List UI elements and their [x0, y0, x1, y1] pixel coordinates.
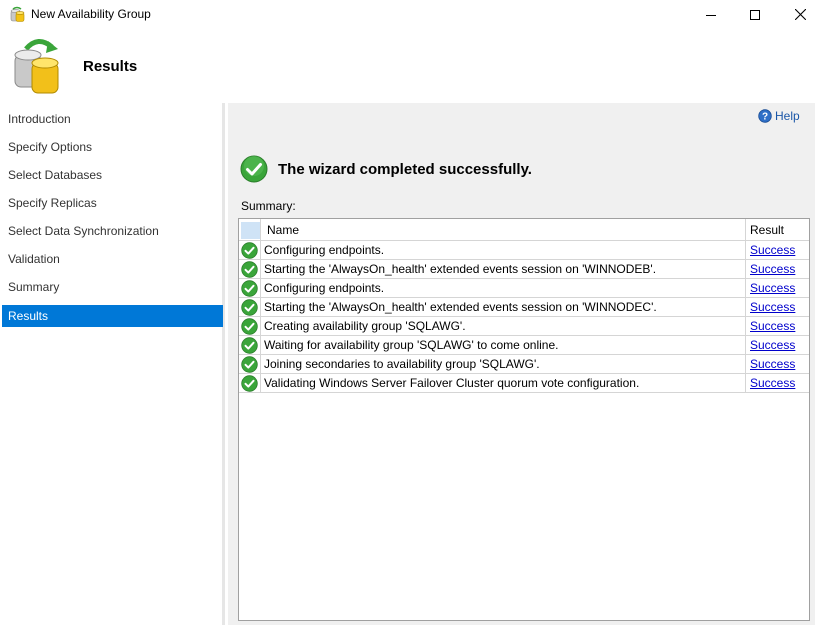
table-row: Configuring endpoints. Success: [239, 279, 809, 298]
check-circle-icon: [241, 337, 258, 354]
wizard-steps-nav: Introduction Specify Options Select Data…: [0, 103, 225, 625]
table-row: Waiting for availability group 'SQLAWG' …: [239, 336, 809, 355]
wizard-header: Results: [0, 29, 815, 103]
row-name: Starting the 'AlwaysOn_health' extended …: [260, 298, 745, 316]
check-circle-icon: [241, 375, 258, 392]
nav-item-select-data-synchronization[interactable]: Select Data Synchronization: [2, 220, 223, 242]
row-name: Configuring endpoints.: [260, 279, 745, 297]
minimize-icon: [706, 14, 716, 16]
status-banner: The wizard completed successfully.: [240, 155, 532, 183]
nav-item-specify-options[interactable]: Specify Options: [2, 136, 223, 158]
check-circle-icon: [240, 155, 268, 183]
maximize-button[interactable]: [732, 0, 778, 29]
maximize-icon: [750, 9, 760, 20]
row-result-link[interactable]: Success: [745, 279, 809, 297]
row-name: Creating availability group 'SQLAWG'.: [260, 317, 745, 335]
nav-item-validation[interactable]: Validation: [2, 248, 223, 270]
status-message: The wizard completed successfully.: [278, 160, 532, 178]
row-name: Configuring endpoints.: [260, 241, 745, 259]
title-bar: New Availability Group: [0, 0, 815, 29]
help-label: Help: [775, 109, 800, 123]
row-result-link[interactable]: Success: [745, 298, 809, 316]
table-row: Joining secondaries to availability grou…: [239, 355, 809, 374]
database-sync-icon: [12, 37, 64, 95]
row-name: Validating Windows Server Failover Clust…: [260, 374, 745, 392]
svg-text:?: ?: [762, 112, 768, 123]
check-circle-icon: [241, 242, 258, 259]
row-name: Waiting for availability group 'SQLAWG' …: [260, 336, 745, 354]
table-row: Validating Windows Server Failover Clust…: [239, 374, 809, 393]
result-column-header[interactable]: Result: [745, 219, 809, 241]
table-row: Starting the 'AlwaysOn_health' extended …: [239, 260, 809, 279]
name-column-header[interactable]: Name: [260, 219, 745, 241]
nav-item-select-databases[interactable]: Select Databases: [2, 164, 223, 186]
row-result-link[interactable]: Success: [745, 355, 809, 373]
help-icon: ?: [758, 109, 772, 123]
close-button[interactable]: [777, 0, 815, 29]
close-icon: [794, 9, 806, 20]
help-link[interactable]: ? Help: [758, 109, 800, 123]
row-name: Joining secondaries to availability grou…: [260, 355, 745, 373]
results-panel: ? Help The wizard completed successfully…: [228, 103, 815, 625]
row-result-link[interactable]: Success: [745, 374, 809, 392]
table-row: Configuring endpoints. Success: [239, 241, 809, 260]
minimize-button[interactable]: [688, 0, 734, 29]
check-circle-icon: [241, 318, 258, 335]
table-row: Creating availability group 'SQLAWG'. Su…: [239, 317, 809, 336]
results-table: Name Result Configuring endpoints. Succe…: [238, 218, 810, 621]
check-circle-icon: [241, 299, 258, 316]
table-header: Name Result: [239, 219, 809, 241]
row-result-link[interactable]: Success: [745, 317, 809, 335]
row-result-link[interactable]: Success: [745, 336, 809, 354]
row-name: Starting the 'AlwaysOn_health' extended …: [260, 260, 745, 278]
table-row: Starting the 'AlwaysOn_health' extended …: [239, 298, 809, 317]
database-sync-icon: [9, 6, 25, 22]
window-title: New Availability Group: [31, 7, 151, 21]
check-circle-icon: [241, 280, 258, 297]
nav-item-results[interactable]: Results: [2, 305, 223, 327]
nav-item-introduction[interactable]: Introduction: [2, 108, 223, 130]
page-title: Results: [83, 58, 138, 75]
check-circle-icon: [241, 356, 258, 373]
row-result-link[interactable]: Success: [745, 260, 809, 278]
nav-item-specify-replicas[interactable]: Specify Replicas: [2, 192, 223, 214]
summary-label: Summary:: [241, 199, 296, 213]
nav-item-summary[interactable]: Summary: [2, 276, 223, 298]
row-result-link[interactable]: Success: [745, 241, 809, 259]
check-circle-icon: [241, 261, 258, 278]
status-column-header[interactable]: [241, 222, 260, 239]
